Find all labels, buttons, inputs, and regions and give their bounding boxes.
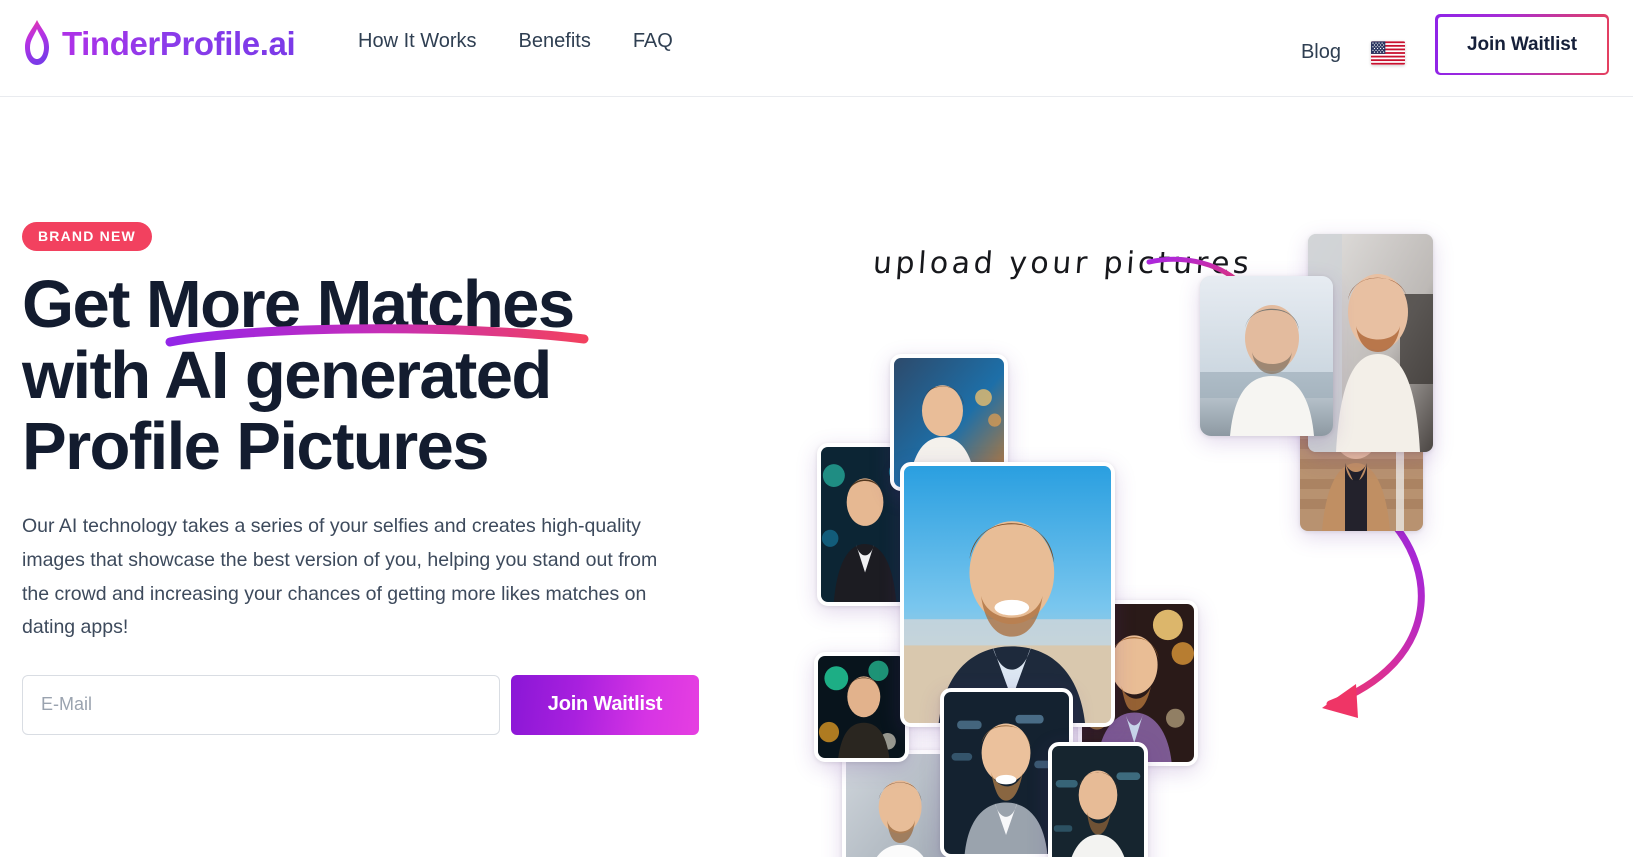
generated-photo-blue-bokeh-portrait[interactable] — [1048, 742, 1148, 857]
photo-artwork — [904, 466, 1111, 723]
headline-line-1-text: Get More Matches — [22, 267, 575, 342]
curved-arrow-down-left-icon — [1322, 516, 1425, 718]
headline-line-1: Get More Matches — [22, 267, 702, 347]
us-flag-icon[interactable] — [1371, 40, 1405, 65]
hero-description: Our AI technology takes a series of your… — [22, 515, 658, 639]
main-nav: How It Works Benefits FAQ — [358, 30, 673, 53]
nav-item-how-it-works[interactable]: How It Works — [358, 30, 477, 53]
hero-section: BRAND NEW Get More Matches with AI gener… — [0, 97, 1633, 857]
header-join-waitlist-button[interactable]: Join Waitlist — [1435, 14, 1609, 75]
flame-icon — [25, 20, 49, 65]
upload-photo-seaside-portrait[interactable] — [1200, 276, 1333, 436]
generated-photo-green-neon-night[interactable] — [814, 652, 909, 762]
photo-artwork — [818, 656, 905, 758]
photo-artwork — [1200, 276, 1333, 436]
nav-item-benefits[interactable]: Benefits — [519, 30, 591, 53]
brand-name: TinderProfile.ai — [62, 24, 296, 62]
brand-logo[interactable]: TinderProfile.ai — [22, 18, 296, 68]
headline-line-2: with AI generated — [22, 338, 552, 414]
status-badge: BRAND NEW — [22, 222, 152, 251]
nav-item-blog[interactable]: Blog — [1301, 41, 1341, 64]
hero-copy: BRAND NEW Get More Matches with AI gener… — [22, 222, 702, 735]
join-waitlist-button[interactable]: Join Waitlist — [511, 674, 699, 735]
waitlist-form: Join Waitlist — [22, 674, 702, 735]
headline-line-3: Profile Pictures — [22, 409, 490, 485]
header-actions: Blog Join Waitlist — [1301, 14, 1609, 75]
nav-item-faq[interactable]: FAQ — [633, 30, 673, 53]
header-join-waitlist-label: Join Waitlist — [1437, 16, 1607, 73]
photo-artwork — [1052, 746, 1144, 857]
page-title: Get More Matches with AI generated Profi… — [22, 269, 702, 482]
hero-collage: upload your pictures — [780, 222, 1633, 857]
email-input[interactable] — [22, 674, 500, 735]
site-header: TinderProfile.ai How It Works Benefits F… — [0, 0, 1633, 97]
